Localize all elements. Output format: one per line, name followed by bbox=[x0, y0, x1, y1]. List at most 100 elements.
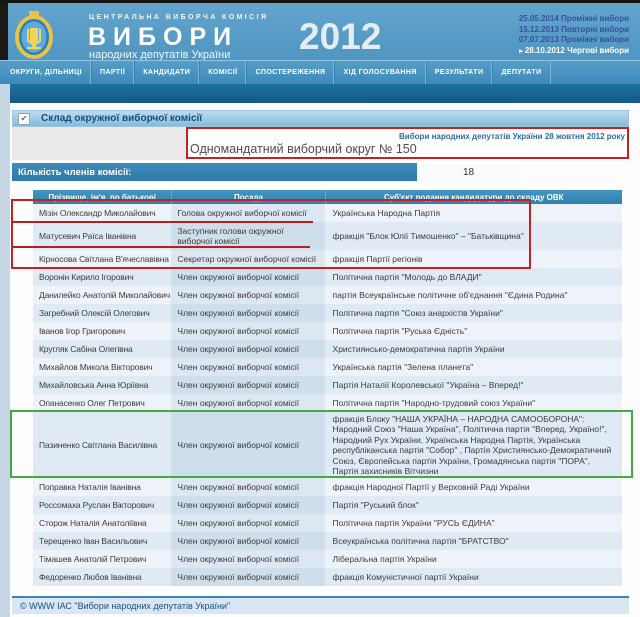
nav-item[interactable]: ПАРТІЇ bbox=[91, 61, 134, 84]
table-row: Опанасенко Олег Петрович Член окружної в… bbox=[33, 394, 622, 412]
member-position-cell: Член окружної виборчої комісії bbox=[171, 322, 324, 340]
table-row: Сторож Наталія Анатоліївна Член окружної… bbox=[33, 514, 622, 532]
table-body: Мізін Олександр Миколайович Голова окруж… bbox=[33, 204, 622, 586]
table-row: Воронін Кирило Ігорович Член окружної ви… bbox=[33, 268, 622, 286]
checkbox-icon[interactable]: ✔ bbox=[18, 113, 30, 125]
table-row: Загребний Олексій Олегович Член окружної… bbox=[33, 304, 622, 322]
column-header-position: Посада bbox=[171, 190, 324, 204]
nominating-subject-cell: партія Всеукраїнське політичне об'єднанн… bbox=[325, 286, 622, 304]
page-footer: © WWW ІАС "Вибори народних депутатів Укр… bbox=[12, 596, 629, 614]
members-count-label: Кількість членів комісії: bbox=[18, 167, 131, 178]
table-header-row: Прізвище, ім'я, по батькові Посада Суб'є… bbox=[33, 190, 622, 204]
section-header-bar: ✔ Склад окружної виборчої комісії bbox=[12, 110, 629, 127]
nav-item[interactable]: ХІД ГОЛОСУВАННЯ bbox=[334, 61, 425, 84]
member-name-cell: Матусевич Раїса Іванівна bbox=[33, 222, 171, 250]
nominating-subject-cell: фракція "Блок Юлії Тимошенко" – "Батьків… bbox=[325, 222, 622, 250]
table-row: Пазиненко Світлана Василівна Член окружн… bbox=[33, 412, 622, 478]
member-position-cell: Член окружної виборчої комісії bbox=[171, 304, 324, 322]
commission-table: Прізвище, ім'я, по батькові Посада Суб'є… bbox=[33, 190, 622, 586]
member-name-cell: Мізін Олександр Миколайович bbox=[33, 204, 171, 222]
column-header-subject: Суб'єкт подання кандидатури до складу ОВ… bbox=[325, 190, 622, 204]
district-title: Одномандатний виборчий округ № 150 bbox=[190, 142, 417, 156]
members-count-value: 18 bbox=[417, 163, 520, 181]
nominating-subject-cell: Політична партія України "РУСЬ ЄДИНА" bbox=[325, 514, 622, 532]
member-position-cell: Член окружної виборчої комісії bbox=[171, 358, 324, 376]
page: ЦЕНТРАЛЬНА ВИБОРЧА КОМІСІЯ ВИБОРИ народн… bbox=[0, 0, 640, 617]
nominating-subject-cell: фракція Партії регіонів bbox=[325, 250, 622, 268]
nav-item[interactable]: РЕЗУЛЬТАТИ bbox=[426, 61, 493, 84]
member-name-cell: Сторож Наталія Анатоліївна bbox=[33, 514, 171, 532]
member-position-cell: Член окружної виборчої комісії bbox=[171, 568, 324, 586]
table-row: Михайлов Микола Вікторович Член окружної… bbox=[33, 358, 622, 376]
member-position-cell: Член окружної виборчої комісії bbox=[171, 496, 324, 514]
member-name-cell: Кругляк Сабіна Олегівна bbox=[33, 340, 171, 358]
election-link[interactable]: 15.12.2013 Повторні вибори bbox=[519, 25, 629, 36]
table-row: Михайловська Анна Юріївна Член окружної … bbox=[33, 376, 622, 394]
nominating-subject-cell: Політична партія "Руська Єдність" bbox=[325, 322, 622, 340]
nav-item[interactable]: СПОСТЕРЕЖЕННЯ bbox=[246, 61, 334, 84]
table-row: Россомаха Руслан Вікторович Член окружно… bbox=[33, 496, 622, 514]
nominating-subject-cell: Українська партія "Зелена планета" bbox=[325, 358, 622, 376]
left-black-edge bbox=[0, 3, 8, 63]
copyright-text: © WWW ІАС "Вибори народних депутатів Укр… bbox=[20, 601, 230, 611]
member-position-cell: Член окружної виборчої комісії bbox=[171, 268, 324, 286]
member-position-cell: Член окружної виборчої комісії bbox=[171, 532, 324, 550]
nav-item[interactable]: КАНДИДАТИ bbox=[134, 61, 199, 84]
member-name-cell: Михайловська Анна Юріївна bbox=[33, 376, 171, 394]
main-nav: ОКРУГИ, ДІЛЬНИЦІ ПАРТІЇ КАНДИДАТИ КОМІСІ… bbox=[0, 60, 640, 84]
nominating-subject-cell: Політична партія "Союз анархістів Україн… bbox=[325, 304, 622, 322]
members-count-bar: Кількість членів комісії: bbox=[12, 163, 417, 181]
table-row: Мізін Олександр Миколайович Голова окруж… bbox=[33, 204, 622, 222]
member-name-cell: Кірносова Світлана В'ячеславівна bbox=[33, 250, 171, 268]
nav-item[interactable]: ДЕПУТАТИ bbox=[492, 61, 550, 84]
election-link[interactable]: ▸ 28.10.2012 Чергові вибори bbox=[519, 46, 629, 57]
election-context-line: Вибори народних депутатів України 28 жов… bbox=[399, 132, 625, 141]
member-name-cell: Загребний Олексій Олегович bbox=[33, 304, 171, 322]
member-name-cell: Опанасенко Олег Петрович bbox=[33, 394, 171, 412]
table-row: Матусевич Раїса Іванівна Заступник голов… bbox=[33, 222, 622, 250]
member-name-cell: Воронін Кирило Ігорович bbox=[33, 268, 171, 286]
member-position-cell: Член окружної виборчої комісії bbox=[171, 340, 324, 358]
nominating-subject-cell: фракція Комуністичної партії України bbox=[325, 568, 622, 586]
election-dates: 25.05.2014 Проміжні вибори 15.12.2013 По… bbox=[519, 14, 629, 56]
member-name-cell: Тімашев Анатолій Петрович bbox=[33, 550, 171, 568]
table-row: Данилейко Анатолій Миколайович Член окру… bbox=[33, 286, 622, 304]
dark-blue-band bbox=[10, 84, 640, 103]
left-margin-strip bbox=[0, 84, 10, 617]
member-position-cell: Член окружної виборчої комісії bbox=[171, 550, 324, 568]
member-position-cell: Член окружної виборчої комісії bbox=[171, 394, 324, 412]
member-name-cell: Данилейко Анатолій Миколайович bbox=[33, 286, 171, 304]
nav-item[interactable]: КОМІСІЇ bbox=[199, 61, 246, 84]
member-position-cell: Заступник голови окружної виборчої коміс… bbox=[171, 222, 324, 250]
nominating-subject-cell: Християнсько-демократична партія України bbox=[325, 340, 622, 358]
nav-item[interactable]: ОКРУГИ, ДІЛЬНИЦІ bbox=[2, 61, 91, 84]
site-title: ВИБОРИ bbox=[88, 23, 238, 52]
nominating-subject-cell: Партія "Руський блок" bbox=[325, 496, 622, 514]
member-position-cell: Голова окружної виборчої комісії bbox=[171, 204, 324, 222]
table-row: Терещенко Іван Васильович Член окружної … bbox=[33, 532, 622, 550]
table-row: Тімашев Анатолій Петрович Член окружної … bbox=[33, 550, 622, 568]
nominating-subject-cell: Ліберальна партія України bbox=[325, 550, 622, 568]
member-position-cell: Член окружної виборчої комісії bbox=[171, 514, 324, 532]
nominating-subject-cell: Політична партія "Молодь до ВЛАДИ" bbox=[325, 268, 622, 286]
member-position-cell: Секретар окружної виборчої комісії bbox=[171, 250, 324, 268]
member-name-cell: Поправка Наталія Іванівна bbox=[33, 478, 171, 496]
member-position-cell: Член окружної виборчої комісії bbox=[171, 376, 324, 394]
member-name-cell: Іванов Ігор Григорович bbox=[33, 322, 171, 340]
member-position-cell: Член окружної виборчої комісії bbox=[171, 412, 324, 478]
nominating-subject-cell: Українська Народна Партія bbox=[325, 204, 622, 222]
column-header-name: Прізвище, ім'я, по батькові bbox=[33, 190, 171, 204]
member-name-cell: Россомаха Руслан Вікторович bbox=[33, 496, 171, 514]
election-link[interactable]: 25.05.2014 Проміжні вибори bbox=[519, 14, 629, 25]
nominating-subject-cell: Партія Наталії Королевської "Україна – В… bbox=[325, 376, 622, 394]
section-title: Склад окружної виборчої комісії bbox=[41, 113, 202, 124]
election-link[interactable]: 07.07.2013 Проміжні вибори bbox=[519, 35, 629, 46]
site-header: ЦЕНТРАЛЬНА ВИБОРЧА КОМІСІЯ ВИБОРИ народн… bbox=[0, 3, 640, 60]
table-row: Кругляк Сабіна Олегівна Член окружної ви… bbox=[33, 340, 622, 358]
nominating-subject-cell: Всеукраїнська політична партія "БРАТСТВО… bbox=[325, 532, 622, 550]
table-row: Федоренко Любов Іванівна Член окружної в… bbox=[33, 568, 622, 586]
member-name-cell: Пазиненко Світлана Василівна bbox=[33, 412, 171, 478]
nominating-subject-cell: фракція Народної Партії у Верховній Раді… bbox=[325, 478, 622, 496]
member-position-cell: Член окружної виборчої комісії bbox=[171, 478, 324, 496]
table-row: Кірносова Світлана В'ячеславівна Секрета… bbox=[33, 250, 622, 268]
